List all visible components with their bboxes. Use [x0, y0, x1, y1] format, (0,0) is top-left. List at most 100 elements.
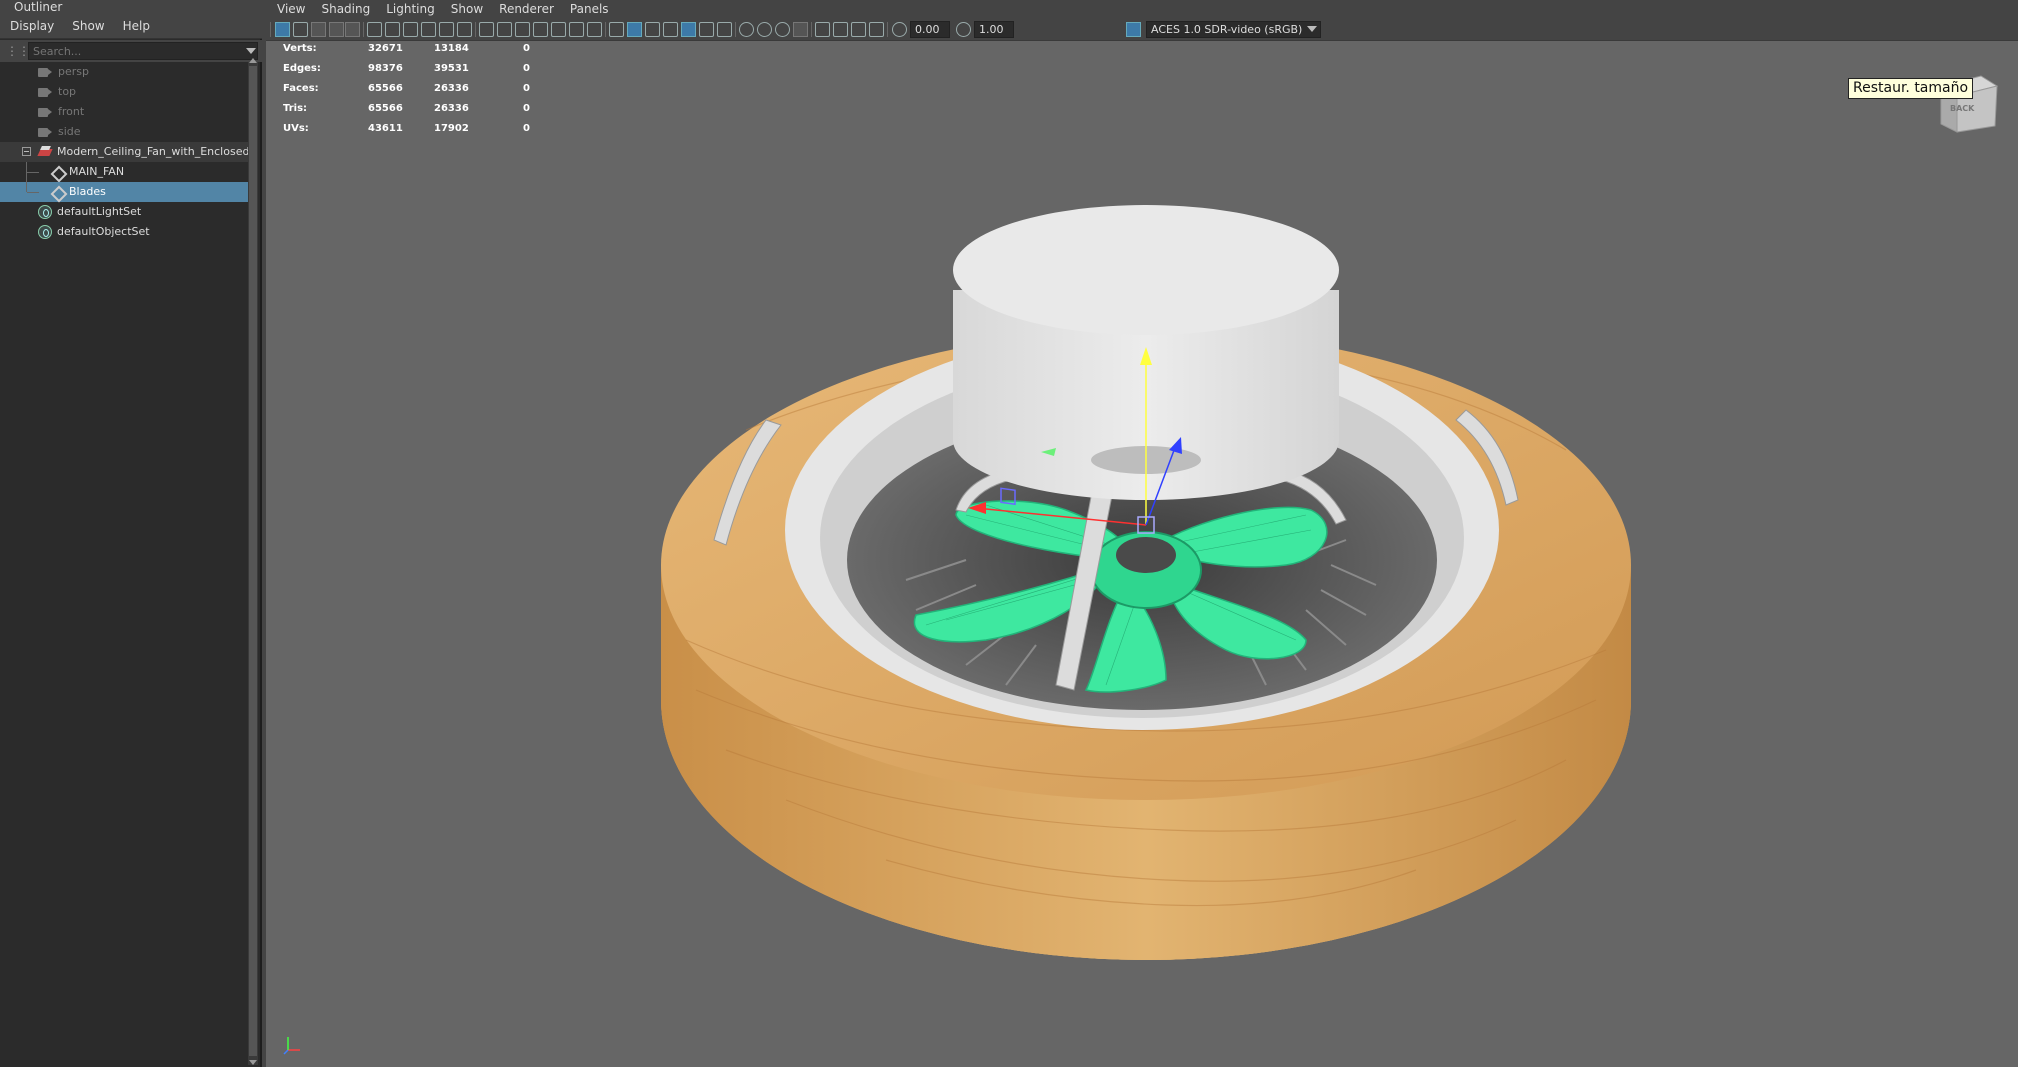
hud-selected: 39531 [434, 63, 469, 74]
menu-view[interactable]: View [266, 0, 310, 18]
tree-connector [27, 192, 39, 193]
menu-lighting[interactable]: Lighting [375, 0, 440, 18]
image-plane-icon[interactable] [329, 22, 344, 37]
filter-icon[interactable]: ⋮⋮ [6, 43, 30, 59]
lights-icon[interactable] [699, 22, 714, 37]
tree-item-label: MAIN_FAN [69, 165, 125, 178]
anti-aliasing-icon[interactable] [775, 22, 790, 37]
hud-label: UVs: [283, 123, 309, 134]
hud-label: Faces: [283, 83, 319, 94]
hud-component: 0 [523, 123, 530, 134]
gate-mask-icon[interactable] [533, 22, 548, 37]
collapse-toggle-icon[interactable] [22, 147, 31, 156]
viewport-toolbar: 0.00 1.00 ACES 1.0 SDR-video (sRGB) [266, 18, 2018, 41]
grease-pencil-icon[interactable] [385, 22, 400, 37]
tree-item-default-light-set[interactable]: defaultLightSet [0, 202, 248, 222]
tree-item-default-object-set[interactable]: defaultObjectSet [0, 222, 248, 242]
tree-item-top[interactable]: top [0, 82, 248, 102]
film-gate-icon[interactable] [497, 22, 512, 37]
exposure-icon[interactable] [892, 22, 907, 37]
hud-selected: 26336 [434, 83, 469, 94]
hud-selected: 13184 [434, 43, 469, 54]
grid-icon[interactable] [479, 22, 494, 37]
select-camera-icon[interactable] [275, 22, 290, 37]
resolution-gate-icon[interactable] [515, 22, 530, 37]
field-chart-icon[interactable] [551, 22, 566, 37]
search-dropdown-icon[interactable] [246, 48, 256, 54]
isolate-select-icon[interactable] [815, 22, 830, 37]
color-space-value: ACES 1.0 SDR-video (sRGB) [1151, 23, 1303, 36]
set-icon [38, 205, 52, 219]
bookmark-icon[interactable] [311, 22, 326, 37]
xray-joints-icon[interactable] [851, 22, 866, 37]
outliner-menubar: Display Show Help [0, 15, 262, 39]
tree-item-label: Modern_Ceiling_Fan_with_Enclosed_ [57, 145, 255, 158]
safe-action-icon[interactable] [569, 22, 584, 37]
tree-item-label: defaultLightSet [57, 205, 142, 218]
menu-show[interactable]: Show [440, 0, 488, 18]
smooth-shade-icon[interactable] [627, 22, 642, 37]
gamma-field[interactable]: 1.00 [974, 21, 1014, 38]
xray-active-components-icon[interactable] [869, 22, 884, 37]
menu-show[interactable]: Show [62, 15, 112, 37]
tree-item-label: defaultObjectSet [57, 225, 150, 238]
search-input[interactable] [28, 42, 258, 60]
exposure-field[interactable]: 0.00 [910, 21, 950, 38]
hud-label: Tris: [283, 103, 308, 114]
outliner-panel: Outliner DisplayShowHelp ⋮⋮ persp top fr… [0, 0, 262, 1067]
camera-icon [38, 88, 52, 102]
toolbar-separator [811, 22, 812, 37]
pivot-icon[interactable] [439, 22, 454, 37]
tree-item-front[interactable]: front [0, 102, 248, 122]
tree-item-main-fan[interactable]: MAIN_FAN [0, 162, 248, 182]
2d-pan-zoom-icon[interactable] [345, 22, 360, 37]
camera-lock-icon[interactable] [367, 22, 382, 37]
screen-space-ao-icon[interactable] [739, 22, 754, 37]
axis-indicator [283, 1037, 300, 1055]
tree-item-side[interactable]: side [0, 122, 248, 142]
camera-icon [38, 68, 52, 82]
tree-item-label: front [58, 105, 85, 118]
tree-item-persp[interactable]: persp [0, 62, 248, 82]
hud-total: 98376 [368, 63, 403, 74]
hud-total: 32671 [368, 43, 403, 54]
motion-blur-icon[interactable] [757, 22, 772, 37]
textured-icon[interactable] [681, 22, 696, 37]
menu-help[interactable]: Help [113, 15, 158, 37]
tree-item-label: side [58, 125, 81, 138]
tree-item-blades[interactable]: Blades [0, 182, 248, 202]
outliner-scrollbar[interactable] [248, 58, 258, 1065]
tree-connector [26, 182, 27, 192]
tree-item-label: Blades [69, 185, 106, 198]
frame-selection-icon[interactable] [421, 22, 436, 37]
menu-display[interactable]: Display [0, 15, 62, 37]
chevron-down-icon [1307, 26, 1317, 32]
safe-title-icon[interactable] [587, 22, 602, 37]
menu-panels[interactable]: Panels [559, 0, 614, 18]
hud-label: Edges: [283, 63, 321, 74]
frame-all-icon[interactable] [403, 22, 418, 37]
depth-of-field-icon[interactable] [793, 22, 808, 37]
wireframe-on-shaded-icon[interactable] [663, 22, 678, 37]
color-space-dropdown[interactable]: ACES 1.0 SDR-video (sRGB) [1146, 21, 1321, 38]
toolbar-separator [475, 22, 476, 37]
camera-attributes-icon[interactable] [293, 22, 308, 37]
scene-view[interactable] [266, 0, 2018, 1067]
color-management-icon[interactable] [1126, 22, 1141, 37]
scroll-down-icon[interactable] [249, 1060, 257, 1065]
wireframe-icon[interactable] [609, 22, 624, 37]
viewport-panel[interactable]: BACK View Shading Lighting Show Renderer Pane… [266, 0, 2018, 1067]
view-cube-label[interactable]: BACK [1950, 104, 1974, 113]
scroll-up-icon[interactable] [249, 58, 257, 63]
menu-shading[interactable]: Shading [310, 0, 375, 18]
shadows-icon[interactable] [717, 22, 732, 37]
xray-icon[interactable] [833, 22, 848, 37]
scrollbar-thumb[interactable] [249, 66, 257, 1056]
tree-item-fan-group[interactable]: Modern_Ceiling_Fan_with_Enclosed_ [0, 142, 255, 162]
default-material-icon[interactable] [645, 22, 660, 37]
brush-icon[interactable] [457, 22, 472, 37]
camera-icon [38, 108, 52, 122]
menu-renderer[interactable]: Renderer [488, 0, 559, 18]
gamma-icon[interactable] [956, 22, 971, 37]
camera-icon [38, 128, 52, 142]
